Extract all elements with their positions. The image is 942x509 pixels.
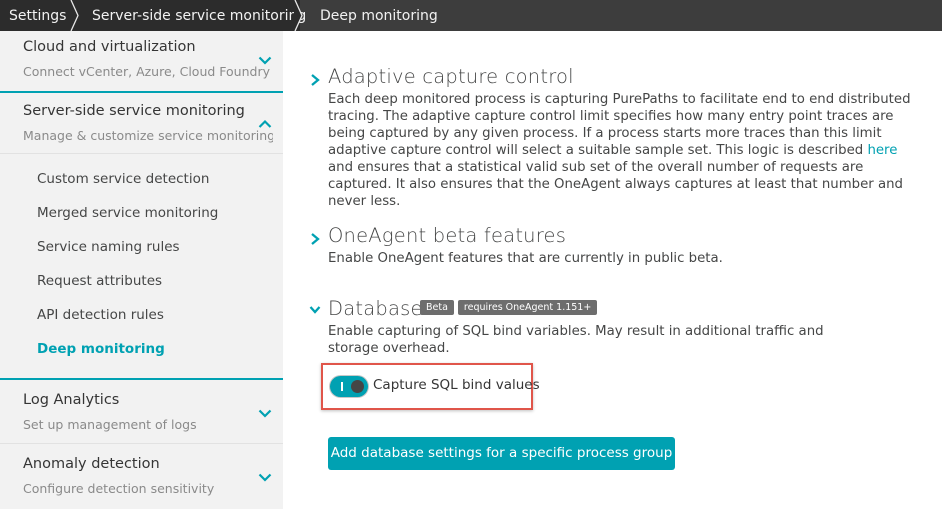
sidebar-item-request-attributes[interactable]: Request attributes (0, 264, 283, 298)
group-title: Server-side service monitoring (23, 103, 245, 119)
sidebar-item-merged-service-monitoring[interactable]: Merged service monitoring (0, 196, 283, 230)
group-subtitle: Set up management of logs (23, 417, 197, 432)
chevron-up-icon[interactable] (258, 117, 272, 131)
chevron-down-icon[interactable] (309, 303, 321, 317)
breadcrumb-settings[interactable]: Settings (0, 0, 79, 31)
sidebar-group-cloud[interactable]: Cloud and virtualization Connect vCenter… (0, 31, 283, 88)
main-content: Adaptive capture control Each deep monit… (283, 31, 942, 509)
group-divider (0, 91, 283, 93)
group-subtitle: Manage & customize service monitoring (23, 128, 273, 143)
section-header[interactable]: Adaptive capture control (283, 65, 942, 91)
chevron-right-icon[interactable] (309, 232, 321, 246)
group-title: Log Analytics (23, 392, 120, 408)
breadcrumb-separator-icon (70, 0, 79, 31)
highlight-box: Capture SQL bind values (321, 363, 540, 410)
description-text: Each deep monitored process is capturing… (328, 92, 911, 158)
sidebar-item-deep-monitoring[interactable]: Deep monitoring (0, 332, 283, 366)
version-requirement-badge: requires OneAgent 1.151+ (457, 300, 598, 315)
group-title: Anomaly detection (23, 456, 160, 472)
here-link[interactable]: here (867, 143, 897, 158)
toggle-knob (351, 380, 364, 393)
group-title: Cloud and virtualization (23, 39, 196, 55)
breadcrumb-label: Server-side service monitoring (92, 7, 307, 24)
section-title: Adaptive capture control (328, 65, 574, 88)
section-title: Database (328, 297, 423, 320)
chevron-down-icon[interactable] (258, 53, 272, 67)
breadcrumb-deep-monitoring: Deep monitoring (300, 0, 438, 31)
sidebar: Cloud and virtualization Connect vCenter… (0, 31, 283, 509)
toggle-label: Capture SQL bind values (373, 377, 540, 393)
chevron-down-icon[interactable] (258, 470, 272, 484)
sub-item-list: Custom service detection Merged service … (0, 162, 283, 366)
add-database-settings-button[interactable]: Add database settings for a specific pro… (328, 437, 675, 470)
badge-group: Beta requires OneAgent 1.151+ (416, 300, 598, 315)
breadcrumb-server-side[interactable]: Server-side service monitoring (76, 0, 306, 31)
section-title: OneAgent beta features (328, 224, 567, 247)
toggle-on-indicator-icon (341, 382, 343, 391)
breadcrumb-label: Deep monitoring (320, 7, 438, 24)
sidebar-group-log-analytics[interactable]: Log Analytics Set up management of logs (0, 384, 283, 441)
breadcrumb-label: Settings (9, 7, 67, 24)
section-description: Enable OneAgent features that are curren… (328, 251, 723, 266)
breadcrumb: Settings Server-side service monitoring … (0, 0, 942, 31)
description-text: and ensures that a statistical valid sub… (328, 160, 903, 209)
section-description: Enable capturing of SQL bind variables. … (328, 324, 824, 356)
section-adaptive-capture: Adaptive capture control Each deep monit… (283, 65, 942, 209)
capture-sql-bind-toggle[interactable] (330, 376, 368, 397)
chevron-right-icon[interactable] (309, 73, 321, 87)
section-database: Database Enable capturing of SQL bind va… (283, 297, 942, 356)
beta-badge: Beta (420, 300, 454, 315)
group-subtitle: Connect vCenter, Azure, Cloud Foundry o.… (23, 64, 273, 79)
sidebar-group-server-side[interactable]: Server-side service monitoring Manage & … (0, 95, 283, 152)
sidebar-item-custom-service-detection[interactable]: Custom service detection (0, 162, 283, 196)
section-header[interactable]: Database (283, 297, 942, 323)
section-oneagent-beta: OneAgent beta features Enable OneAgent f… (283, 224, 942, 266)
chevron-down-icon[interactable] (258, 406, 272, 420)
sidebar-item-api-detection-rules[interactable]: API detection rules (0, 298, 283, 332)
sidebar-item-service-naming-rules[interactable]: Service naming rules (0, 230, 283, 264)
group-divider (0, 153, 283, 154)
sidebar-group-anomaly-detection[interactable]: Anomaly detection Configure detection se… (0, 448, 283, 505)
section-header[interactable]: OneAgent beta features (283, 224, 942, 250)
group-divider (0, 443, 283, 444)
group-divider (0, 378, 283, 380)
breadcrumb-separator-icon (294, 0, 303, 31)
group-subtitle: Configure detection sensitivity (23, 481, 215, 496)
section-description: Each deep monitored process is capturing… (328, 91, 918, 210)
